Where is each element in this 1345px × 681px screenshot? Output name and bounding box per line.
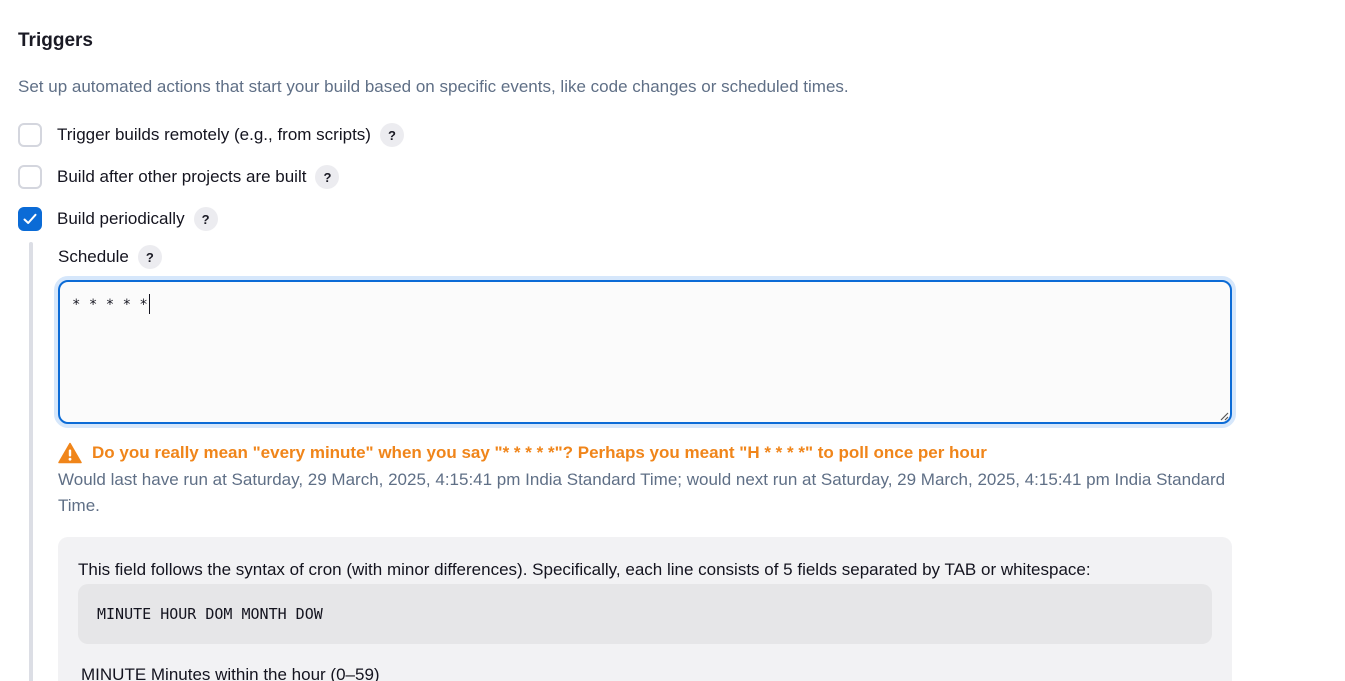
trigger-remote-checkbox[interactable] — [18, 123, 42, 147]
trigger-remote-label: Trigger builds remotely (e.g., from scri… — [57, 125, 371, 144]
build-periodically-checkbox[interactable] — [18, 207, 42, 231]
schedule-value: * * * * * — [72, 297, 148, 313]
schedule-warning: Do you really mean "every minute" when y… — [58, 440, 987, 466]
schedule-help-panel: This field follows the syntax of cron (w… — [58, 537, 1232, 681]
build-after-other-projects-label: Build after other projects are built — [57, 167, 307, 186]
checkmark-icon — [23, 213, 37, 224]
nested-section-indicator — [29, 242, 33, 681]
resize-handle-icon[interactable] — [1219, 411, 1229, 421]
help-minute-field-description: MINUTE Minutes within the hour (0–59) — [81, 665, 380, 681]
help-button-schedule[interactable]: ? — [137, 245, 162, 269]
cron-syntax-code-block: MINUTE HOUR DOM MONTH DOW — [78, 584, 1212, 644]
question-mark-icon: ? — [201, 211, 210, 227]
help-button-build-periodically[interactable]: ? — [193, 207, 218, 231]
build-after-other-projects-checkbox[interactable] — [18, 165, 42, 189]
cron-syntax-code: MINUTE HOUR DOM MONTH DOW — [97, 605, 323, 623]
schedule-textarea-focus-ring: * * * * * — [54, 276, 1236, 428]
triggers-section: Triggers Set up automated actions that s… — [0, 0, 1345, 681]
warning-triangle-icon — [58, 442, 82, 464]
help-button-build-after-other-projects[interactable]: ? — [315, 165, 340, 189]
section-description: Set up automated actions that start your… — [18, 77, 849, 96]
schedule-label: Schedule — [58, 247, 129, 266]
question-mark-icon: ? — [145, 249, 154, 265]
help-button-trigger-remote[interactable]: ? — [379, 123, 404, 147]
question-mark-icon: ? — [323, 169, 332, 185]
trigger-option-build-periodically: Build periodically ? — [18, 205, 218, 233]
warning-message: Do you really mean "every minute" when y… — [92, 443, 987, 462]
trigger-option-remote: Trigger builds remotely (e.g., from scri… — [18, 121, 404, 149]
schedule-textarea[interactable]: * * * * * — [58, 280, 1232, 424]
trigger-option-after-other-projects: Build after other projects are built ? — [18, 163, 340, 191]
section-title: Triggers — [18, 30, 93, 51]
schedule-label-row: Schedule ? — [58, 243, 162, 271]
text-caret — [148, 294, 150, 314]
question-mark-icon: ? — [387, 127, 396, 143]
next-run-info: Would last have run at Saturday, 29 Marc… — [58, 470, 1226, 515]
help-intro-text: This field follows the syntax of cron (w… — [78, 560, 1091, 579]
build-periodically-label: Build periodically — [57, 209, 185, 228]
